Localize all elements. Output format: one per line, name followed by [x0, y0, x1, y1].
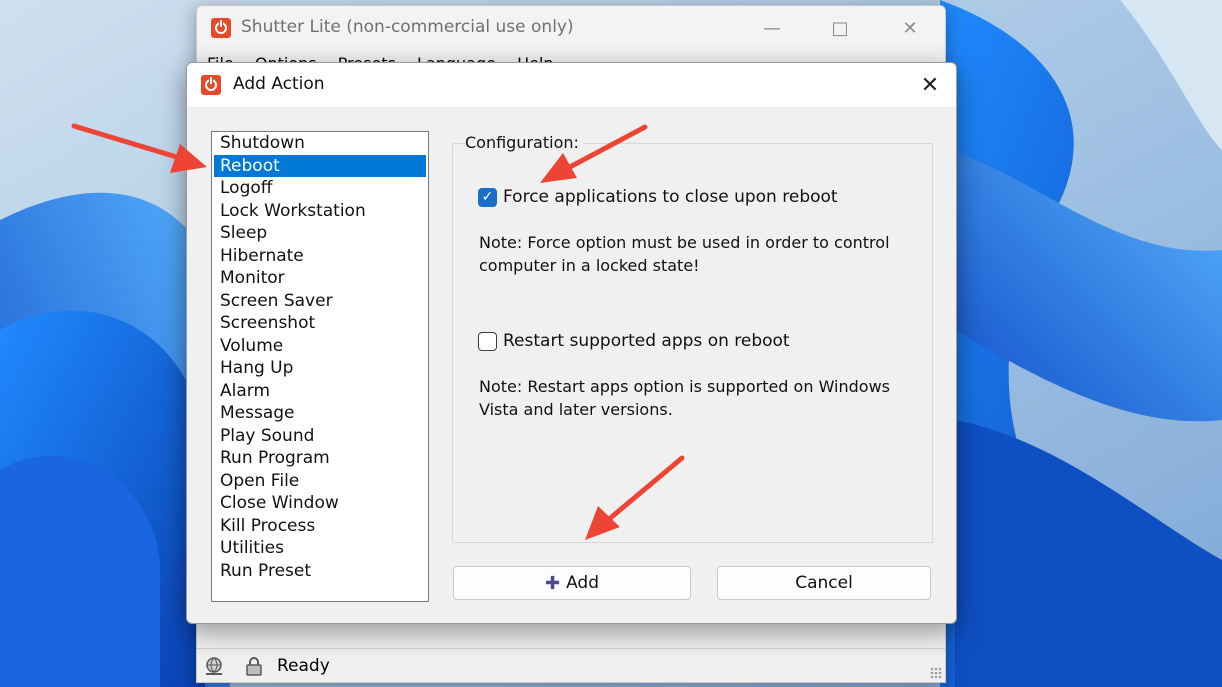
app-power-icon: [201, 75, 221, 95]
dialog-titlebar: Add Action ✕: [187, 63, 956, 107]
lock-icon: [246, 657, 262, 676]
force-note: Note: Force option must be used in order…: [479, 231, 890, 277]
list-item[interactable]: Shutdown: [214, 132, 426, 155]
restart-apps-label[interactable]: Restart supported apps on reboot: [503, 331, 790, 351]
force-note-line-1: Note: Force option must be used in order…: [479, 233, 890, 252]
main-window-title: Shutter Lite (non-commercial use only): [241, 17, 574, 37]
configuration-legend: Configuration:: [465, 133, 583, 152]
list-item[interactable]: Run Program: [214, 447, 426, 470]
maximize-icon[interactable]: □: [825, 14, 855, 42]
close-icon[interactable]: ✕: [914, 69, 946, 101]
list-item[interactable]: Utilities: [214, 537, 426, 560]
restart-apps-checkbox[interactable]: [478, 331, 497, 351]
list-item[interactable]: Screen Saver: [214, 290, 426, 313]
list-item[interactable]: Open File: [214, 470, 426, 493]
add-button[interactable]: ✚ Add: [453, 566, 691, 600]
minimize-icon[interactable]: —: [757, 14, 787, 42]
restart-note: Note: Restart apps option is supported o…: [479, 375, 890, 421]
list-item[interactable]: Sleep: [214, 222, 426, 245]
list-item[interactable]: Volume: [214, 335, 426, 358]
add-button-label: Add: [566, 573, 599, 593]
add-action-dialog: Add Action ✕ Shutdown Reboot Logoff Lock…: [186, 62, 957, 624]
list-item[interactable]: Monitor: [214, 267, 426, 290]
list-item[interactable]: Hibernate: [214, 245, 426, 268]
list-item[interactable]: Run Preset: [214, 560, 426, 583]
action-list[interactable]: Shutdown Reboot Logoff Lock Workstation …: [211, 131, 429, 602]
force-close-label[interactable]: Force applications to close upon reboot: [503, 187, 838, 207]
status-text: Ready: [277, 656, 330, 676]
status-bar: Ready: [197, 648, 945, 682]
resize-grip[interactable]: [930, 667, 942, 679]
list-item-selected[interactable]: Reboot: [214, 154, 426, 177]
check-icon: ✓: [481, 189, 494, 205]
plus-icon: ✚: [544, 572, 561, 594]
main-titlebar: Shutter Lite (non-commercial use only) —…: [197, 6, 945, 50]
force-close-checkbox[interactable]: ✓: [478, 187, 497, 207]
list-item[interactable]: Alarm: [214, 380, 426, 403]
restart-note-line-2: Vista and later versions.: [479, 400, 673, 419]
dialog-title: Add Action: [233, 74, 325, 94]
list-item[interactable]: Lock Workstation: [214, 200, 426, 223]
cancel-button-label: Cancel: [795, 573, 853, 593]
app-power-icon: [211, 18, 231, 38]
list-item[interactable]: Logoff: [214, 177, 426, 200]
list-item[interactable]: Hang Up: [214, 357, 426, 380]
force-note-line-2: computer in a locked state!: [479, 256, 700, 275]
close-icon[interactable]: ✕: [895, 14, 925, 42]
list-item[interactable]: Play Sound: [214, 425, 426, 448]
list-item[interactable]: Kill Process: [214, 515, 426, 538]
force-close-option[interactable]: ✓ Force applications to close upon reboo…: [478, 187, 838, 207]
list-item[interactable]: Message: [214, 402, 426, 425]
list-item[interactable]: Screenshot: [214, 312, 426, 335]
restart-apps-option[interactable]: Restart supported apps on reboot: [478, 331, 790, 351]
cancel-button[interactable]: Cancel: [717, 566, 931, 600]
restart-note-line-1: Note: Restart apps option is supported o…: [479, 377, 890, 396]
globe-icon: [206, 657, 222, 675]
list-item[interactable]: Close Window: [214, 492, 426, 515]
